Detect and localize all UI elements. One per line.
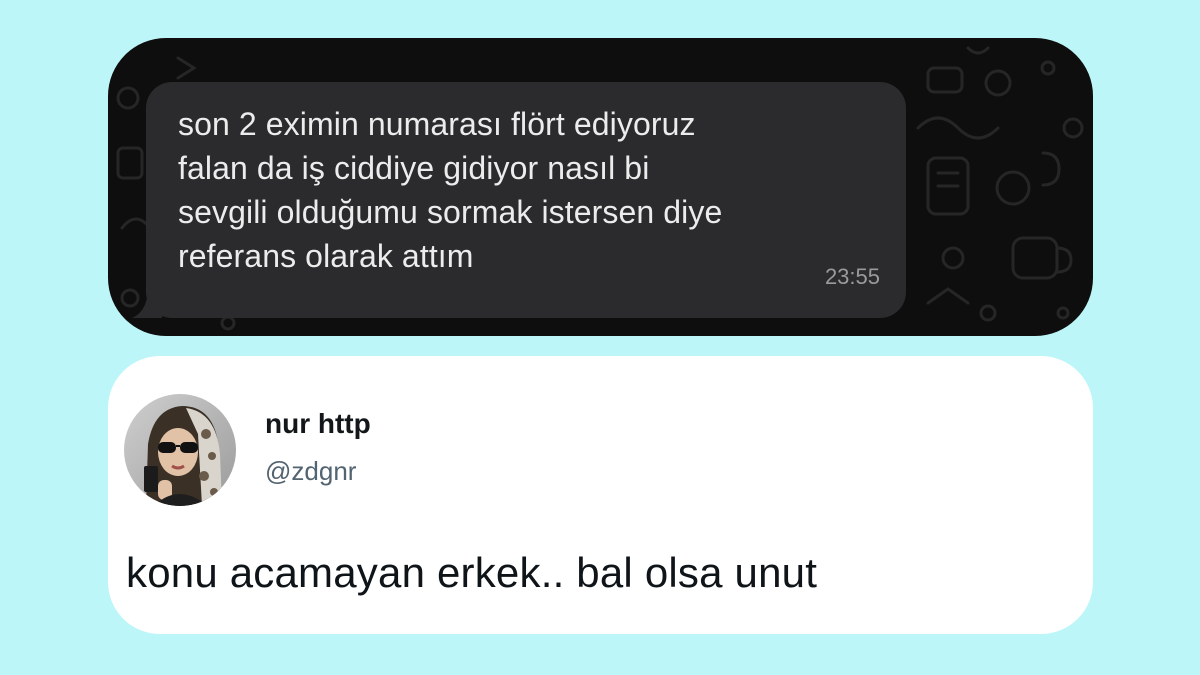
tweet-card: nur http @zdgnr konu acamayan erkek.. ba… bbox=[108, 356, 1093, 634]
tweet-text: konu acamayan erkek.. bal olsa unut bbox=[126, 549, 818, 596]
avatar-photo-icon bbox=[124, 394, 236, 506]
display-name[interactable]: nur http bbox=[265, 408, 371, 440]
incoming-message-bubble[interactable]: son 2 eximin numarası flört ediyoruz fal… bbox=[132, 82, 906, 318]
profile-avatar[interactable] bbox=[124, 394, 236, 506]
user-handle[interactable]: @zdgnr bbox=[265, 456, 356, 487]
message-timestamp: 23:55 bbox=[824, 264, 880, 289]
chat-screenshot: son 2 eximin numarası flört ediyoruz fal… bbox=[108, 38, 1093, 336]
bubble-tail bbox=[132, 292, 162, 318]
message-text: son 2 eximin numarası flört ediyoruz fal… bbox=[178, 106, 723, 274]
